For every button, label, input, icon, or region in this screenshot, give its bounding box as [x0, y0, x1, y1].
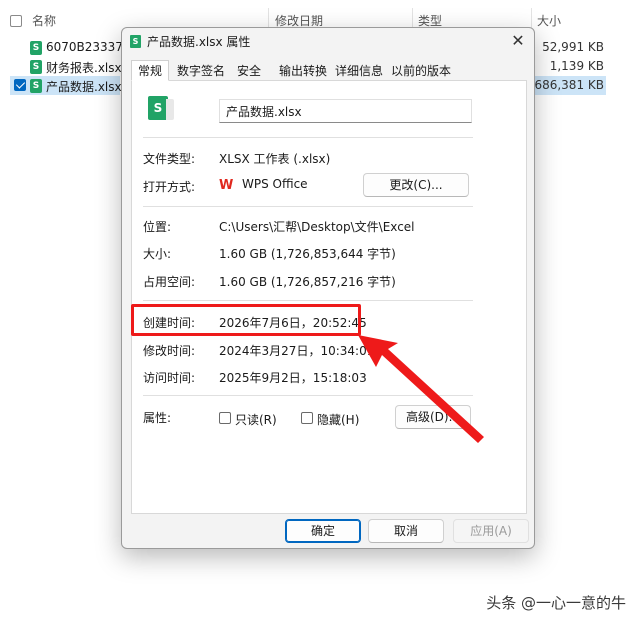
readonly-checkbox[interactable]: [219, 412, 231, 424]
file-name: 产品数据.xlsx: [46, 80, 122, 94]
attributes-label: 属性:: [143, 411, 172, 425]
cancel-button[interactable]: 取消: [368, 519, 444, 543]
size-on-disk-label: 占用空间:: [143, 275, 196, 289]
opens-with-value: WPS Office: [242, 177, 308, 191]
location-value: C:\Users\汇帮\Desktop\文件\Excel: [219, 220, 415, 234]
change-button[interactable]: 更改(C)...: [363, 173, 469, 197]
tab-security[interactable]: 安全: [233, 60, 265, 81]
column-header-size[interactable]: 大小: [537, 12, 561, 30]
xlsx-file-icon: S: [130, 35, 141, 48]
ok-button[interactable]: 确定: [285, 519, 361, 543]
opens-with-label: 打开方式:: [143, 180, 196, 194]
file-name-field[interactable]: 产品数据.xlsx: [219, 99, 472, 123]
tab-previous-versions[interactable]: 以前的版本: [387, 60, 455, 81]
file-row-selected[interactable]: S 产品数据.xlsx: [10, 76, 122, 95]
watermark-text: 头条 @一心一意的牛: [486, 594, 626, 612]
file-row[interactable]: S 财务报表.xlsx: [10, 57, 122, 76]
accessed-value: 2025年9月2日，15:18:03: [219, 371, 367, 385]
size-value: 1.60 GB (1,726,853,644 字节): [219, 247, 396, 261]
dialog-title: 产品数据.xlsx 属性: [147, 35, 251, 49]
file-type-value: XLSX 工作表 (.xlsx): [219, 152, 331, 166]
tab-strip: 常规 数字签名 安全 输出转换 详细信息 以前的版本: [131, 60, 527, 81]
created-time-highlight-box: [131, 304, 361, 336]
xlsx-file-icon: S: [30, 79, 42, 93]
file-size: 1,139 KB: [549, 59, 604, 73]
tab-output-conversion[interactable]: 输出转换: [275, 60, 331, 81]
xlsx-file-icon: S: [30, 60, 42, 74]
row-checkbox-checked[interactable]: [14, 79, 26, 91]
dialog-titlebar[interactable]: S 产品数据.xlsx 属性 ✕: [122, 28, 534, 56]
column-header-name[interactable]: 名称: [32, 12, 56, 30]
file-size: 52,991 KB: [542, 40, 604, 54]
red-arrow-icon: [358, 335, 484, 443]
select-all-checkbox[interactable]: [10, 15, 22, 27]
close-button[interactable]: ✕: [506, 30, 530, 52]
apply-button[interactable]: 应用(A): [453, 519, 529, 543]
xlsx-file-icon: S: [30, 41, 42, 55]
file-name: 财务报表.xlsx: [46, 61, 122, 75]
tab-digital-signatures[interactable]: 数字签名: [173, 60, 229, 81]
general-tab-panel: S 产品数据.xlsx 文件类型: XLSX 工作表 (.xlsx) 打开方式:…: [131, 80, 527, 514]
file-row[interactable]: S 6070B2333721: [10, 38, 138, 57]
properties-dialog: S 产品数据.xlsx 属性 ✕ 常规 数字签名 安全 输出转换 详细信息 以前…: [121, 27, 535, 549]
tab-details[interactable]: 详细信息: [331, 60, 387, 81]
wps-office-icon: W: [219, 178, 234, 193]
file-type-label: 文件类型:: [143, 152, 196, 166]
divider: [143, 137, 473, 138]
xlsx-file-large-icon: S: [148, 96, 174, 120]
size-on-disk-value: 1.60 GB (1,726,857,216 字节): [219, 275, 396, 289]
divider: [143, 300, 473, 301]
tab-general[interactable]: 常规: [131, 60, 169, 81]
accessed-label: 访问时间:: [143, 371, 196, 385]
location-label: 位置:: [143, 220, 172, 234]
file-size: 1,686,381 KB: [523, 78, 604, 92]
divider: [143, 206, 473, 207]
readonly-label[interactable]: 只读(R): [235, 411, 277, 428]
modified-label: 修改时间:: [143, 344, 196, 358]
hidden-checkbox[interactable]: [301, 412, 313, 424]
size-label: 大小:: [143, 247, 172, 261]
